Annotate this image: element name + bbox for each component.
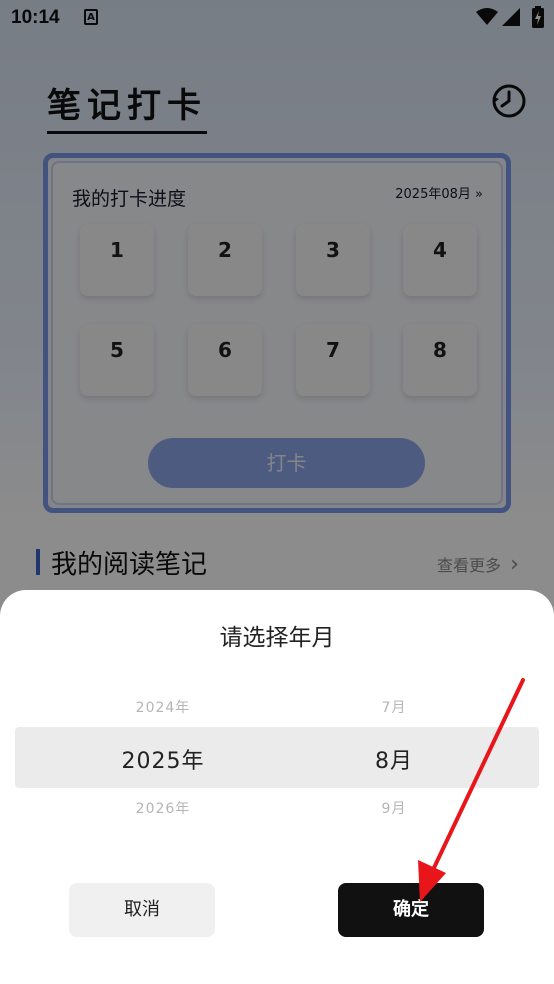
date-picker-sheet: 请选择年月 2024年 2025年 2026年 7月 8月 9月 取消 确定 — [0, 590, 554, 984]
month-option-selected[interactable]: 8月 — [294, 743, 494, 775]
cancel-button[interactable]: 取消 — [69, 883, 215, 937]
year-option-selected[interactable]: 2025年 — [63, 743, 263, 775]
month-option[interactable]: 9月 — [294, 798, 494, 818]
year-option[interactable]: 2026年 — [63, 798, 263, 818]
confirm-button[interactable]: 确定 — [338, 883, 484, 937]
month-option[interactable]: 7月 — [294, 697, 494, 717]
picker-title: 请选择年月 — [219, 625, 335, 651]
year-option[interactable]: 2024年 — [63, 697, 263, 717]
